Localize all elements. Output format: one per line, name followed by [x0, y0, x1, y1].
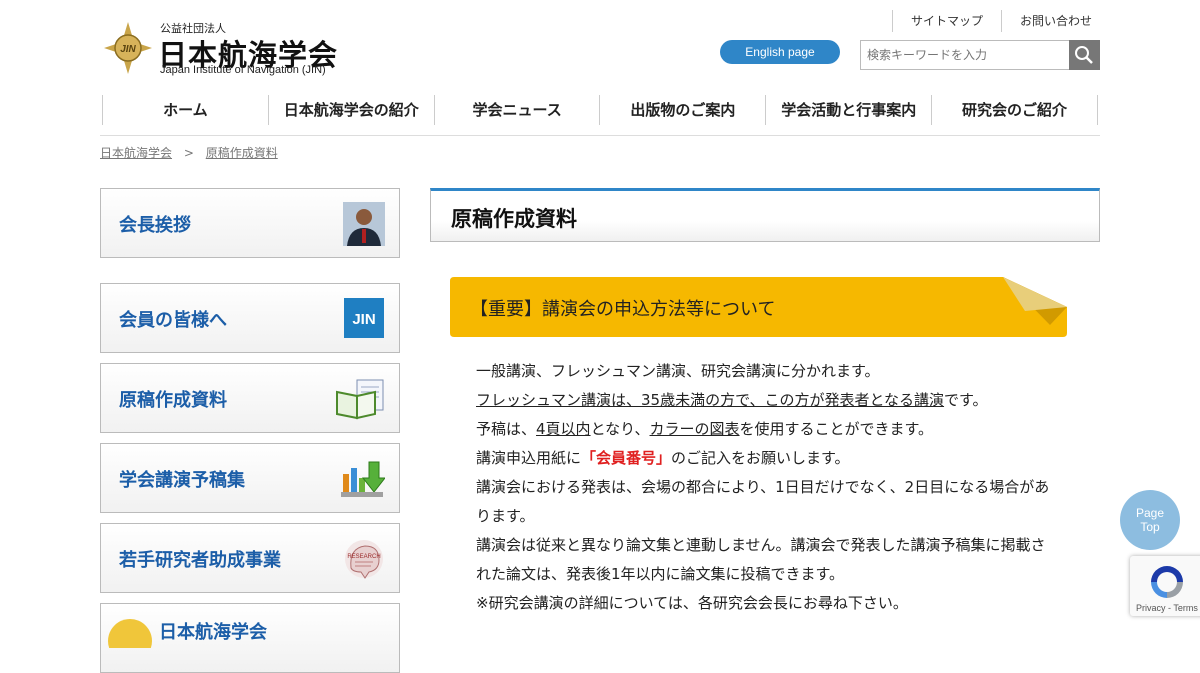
- page-title-box: 原稿作成資料: [430, 188, 1100, 242]
- banner-title: 【重要】講演会の申込方法等について: [470, 299, 776, 320]
- president-photo: [343, 202, 385, 246]
- content-line: 講演会は従来と異なり論文集と連動しません。講演会で発表した講演予稿集に掲載された…: [476, 536, 1046, 583]
- color-figures: カラーの図表: [649, 420, 740, 438]
- sidebar-label: 若手研究者助成事業: [119, 550, 281, 571]
- page-limit: 4頁以内: [536, 420, 591, 438]
- search-icon: [1075, 46, 1093, 64]
- page-title: 原稿作成資料: [451, 207, 577, 231]
- jin-logo-icon: JIN: [344, 298, 384, 338]
- content-line: 一般講演、フレッシュマン講演、研究会講演に分かれます。: [476, 362, 880, 380]
- logo-english-name: Japan Institute of Navigation (JIN): [160, 64, 326, 76]
- sidebar-label: 日本航海学会: [159, 622, 267, 643]
- sidebar-young-researcher-grant[interactable]: 若手研究者助成事業 RESEARCH: [100, 523, 400, 593]
- sidebar-label: 会員の皆様へ: [119, 310, 227, 331]
- global-nav: ホーム 日本航海学会の紹介 学会ニュース 出版物のご案内 学会活動と行事案内 研…: [102, 95, 1098, 125]
- sidebar-label: 学会講演予稿集: [119, 470, 245, 491]
- contact-link[interactable]: お問い合わせ: [1000, 10, 1100, 32]
- breadcrumb-home[interactable]: 日本航海学会: [100, 146, 172, 160]
- nav-news[interactable]: 学会ニュース: [433, 95, 600, 125]
- nav-about[interactable]: 日本航海学会の紹介: [267, 95, 434, 125]
- sidebar-label: 原稿作成資料: [119, 390, 227, 411]
- jin-icon-text: JIN: [352, 311, 375, 328]
- nav-publications[interactable]: 出版物のご案内: [599, 95, 765, 125]
- globe-icon: [108, 619, 152, 648]
- research-icon: RESEARCH: [345, 540, 383, 579]
- page-top-button[interactable]: Page Top: [1120, 490, 1180, 550]
- content-line: 講演申込用紙に「会員番号」のご記入をお願いします。: [476, 449, 850, 467]
- recaptcha-icon: [1151, 566, 1183, 598]
- compass-logo-icon: JIN: [104, 22, 152, 74]
- breadcrumb: 日本航海学会 > 原稿作成資料: [100, 144, 278, 161]
- sidebar-jin-banner[interactable]: 日本航海学会: [100, 603, 400, 673]
- content-line: ※研究会講演の詳細については、各研究会会長にお尋ね下さい。: [476, 594, 908, 612]
- freshman-note: フレッシュマン講演は、35歳未満の方で、この方が発表者となる講演: [476, 391, 945, 409]
- nav-research-groups[interactable]: 研究会のご紹介: [931, 95, 1098, 125]
- sidebar-president-greeting[interactable]: 会長挨拶: [100, 188, 400, 258]
- recaptcha-badge[interactable]: Privacy - Terms: [1130, 556, 1200, 616]
- nav-activities[interactable]: 学会活動と行事案内: [765, 95, 931, 125]
- search-input[interactable]: [860, 40, 1070, 70]
- svg-text:RESEARCH: RESEARCH: [347, 554, 380, 560]
- logo-mark-text: JIN: [120, 44, 136, 55]
- member-number-highlight: 「会員番号」: [581, 449, 672, 467]
- site-search: [860, 40, 1100, 70]
- notice-banner: 【重要】講演会の申込方法等について: [450, 277, 1067, 337]
- utility-links: サイトマップ お問い合わせ: [891, 10, 1100, 32]
- download-icon: [341, 461, 385, 497]
- sidebar-members[interactable]: 会員の皆様へ JIN: [100, 283, 400, 353]
- content-line: 講演会における発表は、会場の都合により、1日目だけでなく、2日目になる場合があり…: [476, 478, 1050, 525]
- notice-content: 一般講演、フレッシュマン講演、研究会講演に分かれます。 フレッシュマン講演は、3…: [476, 357, 1056, 618]
- breadcrumb-separator: >: [183, 146, 194, 160]
- nav-home[interactable]: ホーム: [102, 95, 268, 125]
- content-line: 予稿は、4頁以内となり、カラーの図表を使用することができます。: [476, 420, 934, 438]
- sitemap-link[interactable]: サイトマップ: [891, 10, 1001, 32]
- content-line: フレッシュマン講演は、35歳未満の方で、この方が発表者となる講演です。: [476, 391, 988, 409]
- english-page-button[interactable]: English page: [720, 40, 840, 64]
- breadcrumb-current[interactable]: 原稿作成資料: [206, 146, 278, 160]
- sidebar-label: 会長挨拶: [119, 215, 191, 236]
- nav-divider: [100, 135, 1100, 136]
- search-button[interactable]: [1069, 40, 1100, 70]
- document-icon: [336, 379, 384, 420]
- recaptcha-terms[interactable]: Privacy - Terms: [1136, 603, 1198, 613]
- sidebar-manuscript-materials[interactable]: 原稿作成資料: [100, 363, 400, 433]
- sidebar-proceedings[interactable]: 学会講演予稿集: [100, 443, 400, 513]
- site-logo[interactable]: JIN 公益社団法人 日本航海学会 Japan Institute of Nav…: [104, 18, 354, 80]
